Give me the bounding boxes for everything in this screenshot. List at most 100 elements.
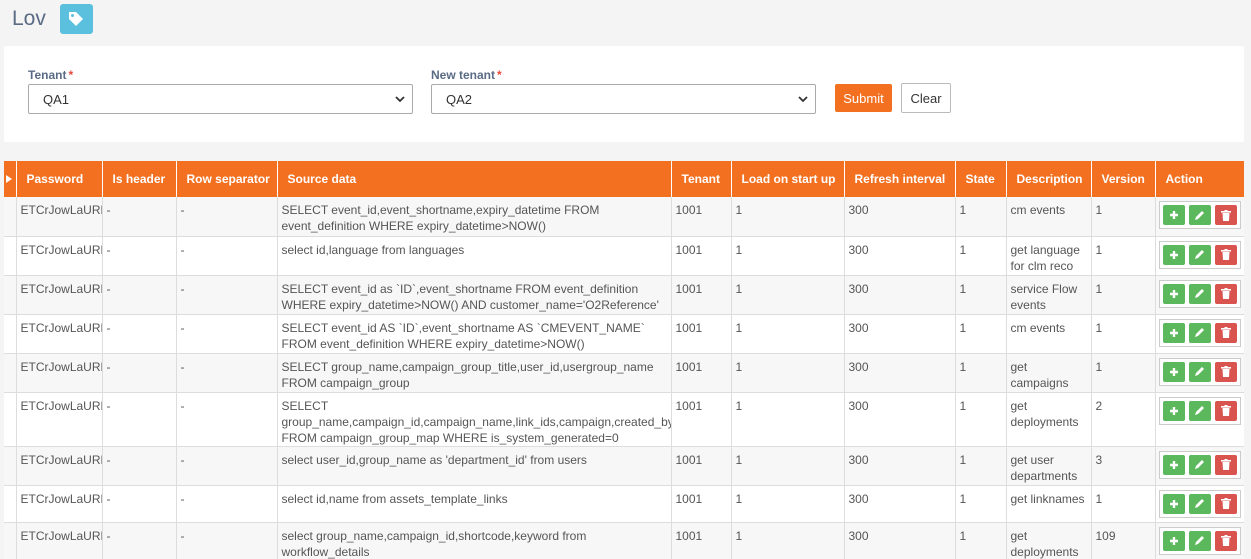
delete-button[interactable]	[1214, 361, 1237, 382]
delete-button[interactable]	[1214, 530, 1237, 551]
row-expand-cell	[4, 485, 17, 523]
table-row: ETCrJowLaURL - - select group_name,campaign…	[4, 522, 1244, 559]
add-button[interactable]	[1162, 400, 1185, 421]
tenant-cell: 1001	[671, 275, 732, 315]
column-header[interactable]: Version	[1091, 161, 1156, 197]
new-tenant-label: New tenant *	[431, 68, 502, 82]
add-button[interactable]	[1162, 244, 1185, 265]
refresh-interval-cell: 300	[844, 392, 956, 447]
edit-button[interactable]	[1188, 205, 1211, 225]
source-data-cell: SELECT event_id as `ID`,event_shortname …	[277, 275, 672, 315]
state-cell: 1	[955, 485, 1007, 523]
edit-button[interactable]	[1188, 454, 1211, 475]
edit-button[interactable]	[1188, 244, 1211, 265]
source-data-cell: SELECT event_id AS `ID`,event_shortname …	[277, 314, 672, 354]
delete-button[interactable]	[1214, 283, 1237, 304]
trash-icon	[1220, 498, 1231, 509]
edit-button[interactable]	[1188, 493, 1211, 514]
column-header[interactable]: Load on start up	[731, 161, 845, 197]
tag-icon	[69, 12, 84, 26]
plus-icon	[1169, 367, 1178, 376]
state-cell: 1	[955, 446, 1007, 486]
column-header[interactable]: Password	[16, 161, 103, 197]
chevron-down-icon	[798, 96, 808, 103]
is-header-cell: -	[102, 314, 177, 354]
source-data-cell: SELECT group_name,campaign_id,campaign_n…	[277, 392, 672, 447]
delete-button[interactable]	[1214, 400, 1237, 421]
tenant-label: Tenant *	[28, 68, 74, 82]
edit-button[interactable]	[1188, 283, 1211, 304]
source-data-cell: select group_name,campaign_id,shortcode,…	[277, 522, 672, 559]
row-separator-cell: -	[176, 314, 278, 354]
column-header[interactable]: Tenant	[671, 161, 732, 197]
row-separator-cell: -	[176, 275, 278, 315]
is-header-cell: -	[102, 353, 177, 393]
table-header-row: Password Is header Row separator Source …	[4, 161, 1244, 197]
add-button[interactable]	[1162, 530, 1185, 551]
trash-icon	[1220, 209, 1231, 221]
new-tenant-select[interactable]: QA2	[431, 84, 816, 114]
column-header[interactable]: Description	[1006, 161, 1092, 197]
action-buttons	[1158, 318, 1241, 347]
page-title: Lov	[12, 7, 46, 30]
action-cell	[1155, 392, 1244, 447]
delete-button[interactable]	[1214, 322, 1237, 343]
action-buttons	[1158, 357, 1241, 386]
submit-button[interactable]: Submit	[835, 84, 892, 112]
action-cell	[1155, 275, 1244, 315]
is-header-cell: -	[102, 485, 177, 523]
delete-button[interactable]	[1214, 493, 1237, 514]
load-on-startup-cell: 1	[731, 485, 845, 523]
column-header[interactable]: Is header	[102, 161, 177, 197]
delete-button[interactable]	[1214, 454, 1237, 475]
load-on-startup-cell: 1	[731, 392, 845, 447]
row-expand-cell	[4, 236, 17, 276]
action-buttons	[1158, 279, 1241, 308]
tenant-cell: 1001	[671, 392, 732, 447]
row-expand-cell	[4, 522, 17, 559]
description-cell: cm events	[1006, 197, 1092, 237]
add-button[interactable]	[1162, 454, 1185, 475]
row-separator-cell: -	[176, 522, 278, 559]
column-header[interactable]: Refresh interval	[844, 161, 956, 197]
pencil-icon	[1195, 460, 1204, 469]
edit-button[interactable]	[1188, 361, 1211, 382]
source-data-cell: SELECT event_id,event_shortname,expiry_d…	[277, 197, 672, 237]
delete-button[interactable]	[1214, 205, 1237, 225]
version-cell: 1	[1091, 236, 1156, 276]
action-buttons	[1158, 396, 1241, 425]
clear-button[interactable]: Clear	[901, 83, 951, 113]
delete-button[interactable]	[1214, 244, 1237, 265]
chevron-down-icon	[395, 96, 405, 103]
table-row: ETCrJowLaURL - - SELECT group_name,campaign…	[4, 353, 1244, 393]
load-on-startup-cell: 1	[731, 353, 845, 393]
password-cell: ETCrJowLaURL	[16, 236, 103, 276]
tag-button[interactable]	[59, 4, 93, 34]
column-header[interactable]: Source data	[277, 161, 672, 197]
add-button[interactable]	[1162, 283, 1185, 304]
action-buttons	[1158, 489, 1241, 518]
edit-button[interactable]	[1188, 400, 1211, 421]
column-header[interactable]: Row separator	[176, 161, 278, 197]
tenant-cell: 1001	[671, 236, 732, 276]
password-cell: ETCrJowLaURL	[16, 446, 103, 486]
action-cell	[1155, 314, 1244, 354]
tenant-cell: 1001	[671, 522, 732, 559]
trash-icon	[1220, 405, 1231, 416]
refresh-interval-cell: 300	[844, 446, 956, 486]
edit-button[interactable]	[1188, 530, 1211, 551]
edit-button[interactable]	[1188, 322, 1211, 343]
row-separator-cell: -	[176, 392, 278, 447]
plus-icon	[1169, 250, 1178, 259]
add-button[interactable]	[1162, 322, 1185, 343]
add-button[interactable]	[1162, 205, 1185, 225]
table-row: ETCrJowLaURL - - SELECT event_id,event_shor…	[4, 197, 1244, 237]
description-cell: get user departments	[1006, 446, 1092, 486]
trash-icon	[1220, 288, 1231, 299]
tenant-select[interactable]: QA1	[28, 84, 413, 114]
add-button[interactable]	[1162, 361, 1185, 382]
column-header[interactable]: State	[955, 161, 1007, 197]
add-button[interactable]	[1162, 493, 1185, 514]
plus-icon	[1169, 499, 1178, 508]
pencil-icon	[1195, 536, 1204, 545]
